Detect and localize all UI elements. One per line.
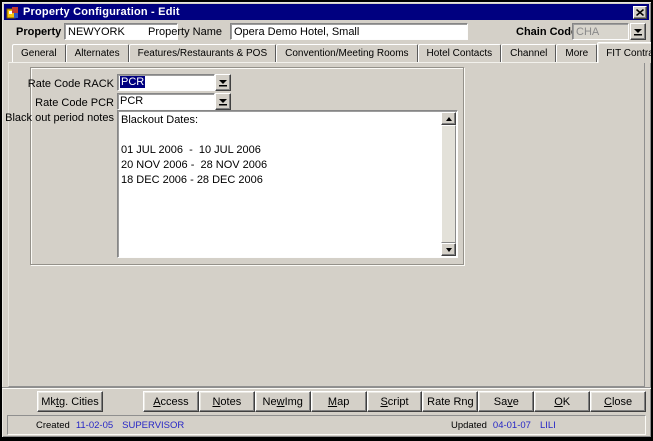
rate-rng-button[interactable]: Rate Rng bbox=[422, 391, 478, 412]
ok-button[interactable]: OK bbox=[534, 391, 590, 412]
map-button[interactable]: Map bbox=[311, 391, 367, 412]
statusbar: Created 11-02-05 SUPERVISOR Updated 04-0… bbox=[7, 415, 646, 435]
blackout-notes-field: Blackout Dates: 01 JUL 2006 - 10 JUL 200… bbox=[117, 110, 458, 258]
scrollbar-thumb[interactable] bbox=[441, 125, 456, 243]
footer-button-row: Access Notes New Img Map Script Rate Rng… bbox=[143, 391, 646, 412]
tab-alternates[interactable]: Alternates bbox=[66, 44, 129, 62]
access-button[interactable]: Access bbox=[143, 391, 199, 412]
rate-code-pcr-dropdown-button[interactable] bbox=[215, 93, 231, 110]
blackout-notes-label: Black out period notes bbox=[2, 112, 114, 124]
dropdown-arrow-icon bbox=[218, 78, 228, 87]
blackout-notes-textarea[interactable]: Blackout Dates: 01 JUL 2006 - 10 JUL 200… bbox=[118, 111, 441, 257]
property-name-label: Property Name bbox=[148, 26, 222, 38]
updated-info: Updated 04-01-07 LILI bbox=[451, 420, 556, 431]
property-label: Property bbox=[16, 26, 61, 38]
property-name-input[interactable] bbox=[230, 23, 468, 40]
scroll-down-button[interactable] bbox=[441, 243, 456, 256]
chain-code-dropdown-button[interactable] bbox=[630, 23, 646, 40]
arrow-up-icon bbox=[446, 117, 452, 121]
close-button-footer[interactable]: Close bbox=[590, 391, 646, 412]
property-configuration-window: Property Configuration - Edit Property P… bbox=[0, 0, 653, 441]
rate-code-rack-value: PCR bbox=[120, 76, 145, 88]
rate-code-pcr-label: Rate Code PCR bbox=[2, 97, 114, 109]
app-icon bbox=[6, 6, 19, 19]
mktg-cities-button[interactable]: Mktg. Cities bbox=[37, 391, 103, 412]
rate-code-pcr-input[interactable]: PCR bbox=[117, 93, 215, 110]
window-title: Property Configuration - Edit bbox=[23, 6, 180, 18]
scroll-up-button[interactable] bbox=[441, 112, 456, 125]
dropdown-arrow-icon bbox=[633, 27, 643, 36]
footer-divider bbox=[2, 387, 651, 389]
dropdown-arrow-icon bbox=[218, 97, 228, 106]
tab-convention-meeting-rooms[interactable]: Convention/Meeting Rooms bbox=[276, 44, 417, 62]
close-button[interactable] bbox=[633, 6, 647, 19]
notes-scrollbar[interactable] bbox=[441, 112, 456, 256]
chain-code-field bbox=[572, 23, 629, 40]
arrow-down-icon bbox=[446, 248, 452, 252]
rate-code-rack-input[interactable]: PCR bbox=[117, 74, 215, 91]
tab-features-restaurants-pos[interactable]: Features/Restaurants & POS bbox=[129, 44, 277, 62]
updated-date: 04-01-07 bbox=[493, 420, 531, 431]
titlebar: Property Configuration - Edit bbox=[4, 4, 649, 20]
updated-label: Updated bbox=[451, 420, 487, 431]
created-date: 11-02-05 bbox=[76, 420, 113, 431]
updated-by: LILI bbox=[540, 420, 556, 431]
tab-general[interactable]: General bbox=[12, 44, 66, 62]
chain-code-label: Chain Code bbox=[516, 26, 577, 38]
tab-channel[interactable]: Channel bbox=[501, 44, 556, 62]
tab-fit-contracts[interactable]: FIT Contracts bbox=[597, 42, 653, 63]
script-button[interactable]: Script bbox=[367, 391, 423, 412]
created-info: Created 11-02-05 SUPERVISOR bbox=[36, 420, 184, 431]
save-button[interactable]: Save bbox=[478, 391, 534, 412]
tab-bar: General Alternates Features/Restaurants … bbox=[12, 41, 643, 62]
created-by: SUPERVISOR bbox=[122, 420, 184, 431]
rate-code-rack-label: Rate Code RACK bbox=[2, 78, 114, 90]
created-label: Created bbox=[36, 420, 70, 431]
tab-more[interactable]: More bbox=[556, 44, 597, 62]
close-icon bbox=[636, 9, 644, 16]
tab-hotel-contacts[interactable]: Hotel Contacts bbox=[418, 44, 502, 62]
rate-code-rack-dropdown-button[interactable] bbox=[215, 74, 231, 91]
notes-button[interactable]: Notes bbox=[199, 391, 255, 412]
new-img-button[interactable]: New Img bbox=[255, 391, 311, 412]
